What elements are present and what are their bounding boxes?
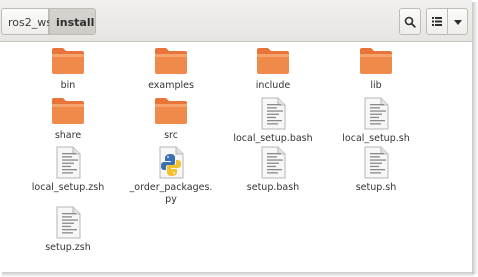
file-item[interactable]: src [121, 97, 221, 142]
text-file-icon [56, 206, 81, 239]
text-file-icon [261, 97, 286, 130]
menu-icon [453, 19, 462, 25]
file-name-label: lib [370, 80, 382, 91]
file-name-label: src [164, 130, 178, 141]
folder-icon [155, 98, 187, 124]
breadcrumb-parent[interactable]: ros2_ws [1, 8, 52, 35]
file-name-label: bin [60, 80, 76, 91]
file-name-label: share [54, 130, 82, 141]
text-file-icon [364, 146, 389, 179]
file-name-label: _order_packages. py [129, 182, 213, 205]
folder-icon [52, 48, 84, 74]
list-view-icon [432, 17, 442, 26]
file-name-label: setup.zsh [45, 242, 91, 253]
header-bar: ros2_ws install [0, 0, 472, 42]
text-file-icon [56, 146, 81, 179]
file-name-label: setup.bash [246, 182, 300, 193]
file-name-label: local_setup.sh [342, 133, 410, 144]
file-item[interactable]: local_setup.bash [223, 97, 323, 145]
file-name-label: local_setup.zsh [31, 182, 105, 193]
file-item[interactable]: bin [18, 47, 118, 92]
search-button[interactable] [399, 8, 421, 35]
file-item[interactable]: setup.bash [223, 146, 323, 194]
file-item[interactable]: local_setup.sh [326, 97, 426, 145]
file-item[interactable]: setup.sh [326, 146, 426, 194]
file-item[interactable]: share [18, 97, 118, 142]
file-item[interactable]: examples [121, 47, 221, 92]
file-name-label: include [255, 80, 291, 91]
folder-icon [52, 98, 84, 124]
python-file-icon [159, 146, 184, 179]
folder-icon [155, 48, 187, 74]
text-file-icon [364, 97, 389, 130]
window-shadow [2, 272, 474, 277]
text-file-icon [261, 146, 286, 179]
view-toggle-button[interactable] [426, 8, 448, 35]
file-item[interactable]: local_setup.zsh [18, 146, 118, 194]
file-item[interactable]: setup.zsh [18, 206, 118, 254]
options-menu-button[interactable] [448, 8, 468, 35]
file-name-label: local_setup.bash [233, 133, 313, 144]
window-shadow [472, 2, 478, 274]
folder-icon [360, 48, 392, 74]
folder-icon [257, 48, 289, 74]
search-icon [404, 16, 416, 28]
file-manager-window: ros2_ws install bin examples include lib… [0, 0, 472, 272]
file-item[interactable]: include [223, 47, 323, 92]
file-name-label: examples [148, 80, 194, 91]
file-name-label: setup.sh [355, 182, 397, 193]
breadcrumb-current[interactable]: install [49, 8, 96, 35]
file-item[interactable]: lib [326, 47, 426, 92]
file-item[interactable]: _order_packages. py [121, 146, 221, 206]
